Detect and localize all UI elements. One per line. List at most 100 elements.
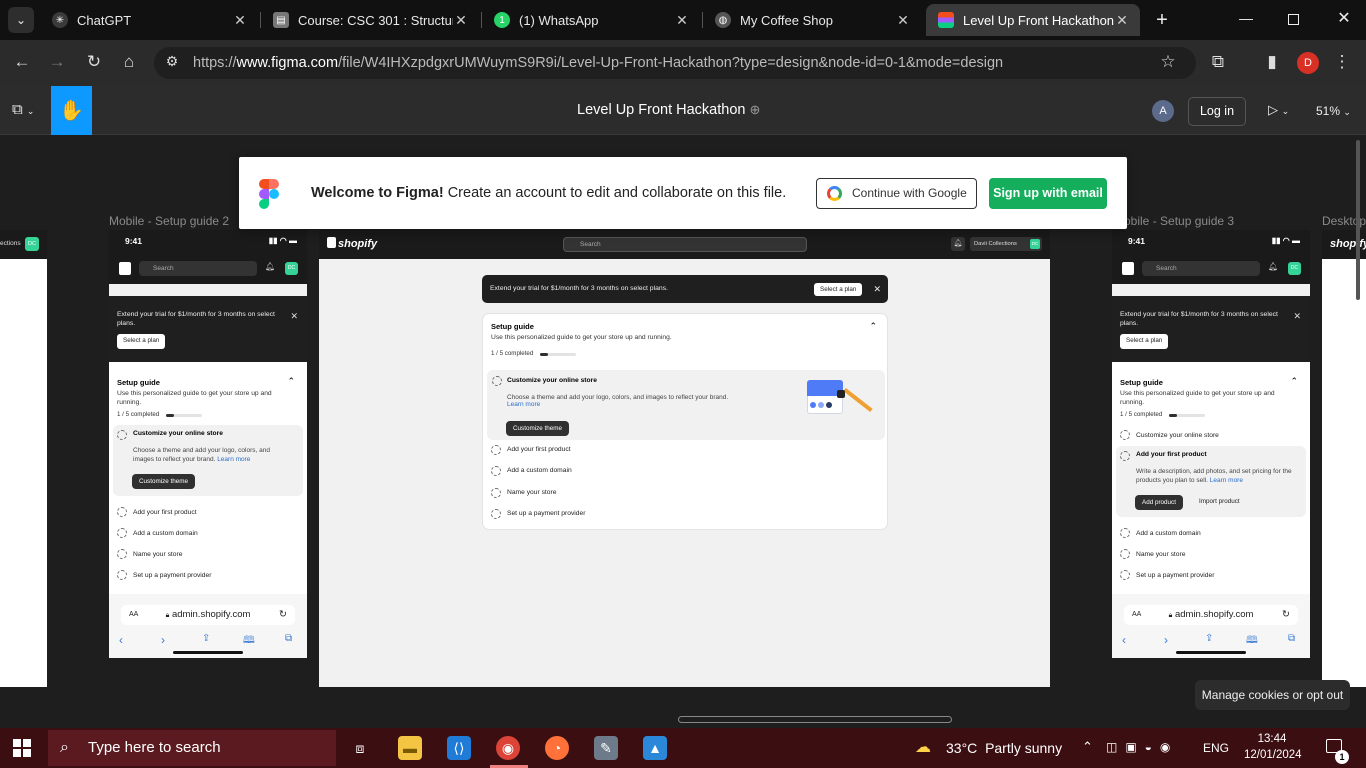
task-item[interactable]: Customize your online store — [1112, 425, 1310, 446]
mobile-frame-setup-guide-3[interactable]: 9:41 ▮▮ ◠ ▬ Search 🔔︎ DC Extend your tri… — [1112, 230, 1310, 658]
close-tab-icon[interactable]: ✕ — [232, 12, 248, 29]
task-item[interactable]: Set up a payment provider — [1112, 565, 1310, 586]
restore-icon[interactable] — [1288, 14, 1299, 25]
extensions-icon[interactable]: ⧉ — [1206, 52, 1230, 72]
sign-up-email-button[interactable]: Sign up with email — [989, 178, 1107, 209]
zoom-dropdown[interactable]: 51% ⌄ — [1316, 104, 1351, 118]
task-item[interactable]: Add a custom domain — [491, 465, 572, 481]
task-checkbox[interactable] — [117, 528, 127, 539]
back-icon[interactable]: ‹ — [119, 633, 123, 647]
close-tab-icon[interactable]: ✕ — [453, 12, 469, 29]
windows-start-icon[interactable] — [13, 739, 31, 757]
forward-icon[interactable]: → — [45, 52, 69, 72]
tray-chevron-icon[interactable]: ⌃ — [1082, 739, 1093, 755]
hand-tool-button[interactable]: ✋ — [51, 86, 92, 135]
task-checkbox[interactable] — [1120, 451, 1130, 462]
chrome-icon[interactable]: ◉ — [496, 736, 520, 760]
close-window-icon[interactable]: ✕ — [1334, 8, 1354, 28]
back-icon[interactable]: ← — [10, 52, 34, 72]
back-icon[interactable]: ‹ — [1122, 633, 1126, 647]
reload-icon[interactable]: ↻ — [279, 605, 287, 625]
menu-kebab-icon[interactable]: ⋮ — [1330, 52, 1354, 72]
task-item[interactable]: Add your first product — [491, 444, 571, 460]
new-tab-icon[interactable]: + — [1150, 8, 1174, 32]
minimize-icon[interactable]: — — [1236, 10, 1256, 26]
task-item[interactable]: Name your store — [491, 487, 556, 503]
search-field[interactable]: Search — [1142, 261, 1260, 276]
tabs-icon[interactable]: ⧉ — [1288, 633, 1295, 644]
photos-icon[interactable]: ▲ — [643, 736, 667, 760]
share-icon[interactable]: ⇪ — [1205, 633, 1213, 644]
chevron-up-icon[interactable]: ⌃ — [869, 321, 877, 332]
close-icon[interactable]: ✕ — [290, 310, 298, 322]
task-checkbox[interactable] — [1120, 430, 1130, 441]
safari-url-field[interactable]: AA 🔒︎ admin.shopify.com ↻ — [121, 605, 295, 625]
close-tab-icon[interactable]: ✕ — [674, 12, 690, 29]
text-size-button[interactable]: AA — [129, 605, 138, 625]
close-tab-icon[interactable]: ✕ — [1114, 12, 1130, 29]
task-checkbox[interactable] — [117, 570, 127, 581]
task-checkbox[interactable] — [491, 509, 501, 519]
task-checkbox[interactable] — [491, 466, 501, 476]
task-item[interactable]: Set up a payment provider — [491, 508, 585, 524]
vscode-icon[interactable]: ⟨⟩ — [447, 736, 471, 760]
task-item[interactable]: Add your first product — [109, 502, 307, 523]
task-checkbox[interactable] — [117, 549, 127, 560]
task-item[interactable]: Name your store — [109, 544, 307, 565]
tab-figma-active[interactable]: Level Up Front Hackathon – ✕ — [926, 4, 1140, 36]
desktop-frame-setup-guide[interactable]: shopify Search 🔔︎ Davii Collections DC E… — [319, 230, 1050, 687]
bookmarks-icon[interactable]: 🕮︎ — [243, 633, 255, 650]
continue-with-google-button[interactable]: Continue with Google — [816, 178, 977, 209]
chevron-up-icon[interactable]: ⌃ — [1290, 376, 1298, 387]
task-view-icon[interactable]: ⧈ — [348, 736, 372, 760]
manage-cookies-button[interactable]: Manage cookies or opt out — [1195, 680, 1350, 710]
firefox-icon[interactable]: ◔ — [545, 736, 569, 760]
paint-icon[interactable]: ✎ — [594, 736, 618, 760]
search-field[interactable]: Search — [563, 237, 807, 252]
task-expanded[interactable]: Add your first product Write a descripti… — [1116, 446, 1306, 518]
task-item[interactable]: Name your store — [1112, 544, 1310, 565]
forward-icon[interactable]: › — [1164, 633, 1168, 647]
sidebar-icon[interactable]: ▮ — [1260, 52, 1284, 72]
clock[interactable]: 13:44 12/01/2024 — [1244, 731, 1302, 763]
task-checkbox[interactable] — [117, 507, 127, 518]
close-icon[interactable]: ✕ — [873, 275, 881, 303]
tab-search-button[interactable]: ⌄ — [8, 7, 34, 33]
weather-widget[interactable]: 33°C Partly sunny — [946, 740, 1062, 756]
login-button[interactable]: Log in — [1188, 97, 1246, 126]
url-text[interactable]: https://www.figma.com/file/W4IHXzpdgxrUM… — [193, 55, 1003, 71]
learn-more-link[interactable]: Learn more — [507, 401, 540, 408]
profile-avatar[interactable]: D — [1297, 52, 1319, 74]
task-expanded[interactable]: Customize your online store Choose a the… — [113, 425, 303, 497]
site-info-icon[interactable]: ⚙ — [160, 53, 184, 70]
task-checkbox[interactable] — [1120, 549, 1130, 560]
language-indicator[interactable]: ENG — [1203, 741, 1229, 755]
tray-icons[interactable]: ◫▣◒◉ — [1106, 740, 1178, 754]
text-size-button[interactable]: AA — [1132, 605, 1141, 625]
tab-course[interactable]: ▤ Course: CSC 301 : Structured ✕ — [261, 4, 479, 36]
task-item[interactable]: Set up a payment provider — [109, 565, 307, 586]
customize-theme-button[interactable]: Customize theme — [132, 474, 195, 490]
close-tab-icon[interactable]: ✕ — [895, 12, 911, 29]
horizontal-scrollbar[interactable] — [678, 716, 952, 723]
vertical-scrollbar[interactable] — [1356, 140, 1360, 300]
add-product-button[interactable]: Add product — [1135, 495, 1183, 511]
tab-whatsapp[interactable]: 1 (1) WhatsApp ✕ — [482, 4, 700, 36]
task-checkbox[interactable] — [492, 376, 502, 386]
select-plan-button[interactable]: Select a plan — [117, 334, 166, 349]
chevron-up-icon[interactable]: ⌃ — [287, 376, 295, 387]
share-icon[interactable]: ⇪ — [202, 633, 210, 644]
safari-url-field[interactable]: AA 🔒︎ admin.shopify.com ↻ — [1124, 605, 1298, 625]
file-explorer-icon[interactable]: ▬ — [398, 736, 422, 760]
customize-theme-button[interactable]: Customize theme — [506, 421, 569, 436]
search-field[interactable]: Search — [139, 261, 257, 276]
task-checkbox[interactable] — [1120, 570, 1130, 581]
learn-more-link[interactable]: Learn more — [1210, 477, 1243, 484]
task-checkbox[interactable] — [491, 445, 501, 455]
select-plan-button[interactable]: Select a plan — [814, 283, 863, 296]
user-avatar[interactable]: A — [1152, 100, 1174, 122]
tab-chatgpt[interactable]: ✳ ChatGPT ✕ — [40, 4, 258, 36]
bell-icon[interactable]: 🔔︎ — [951, 237, 965, 251]
tab-coffee-shop[interactable]: ◍ My Coffee Shop ✕ — [703, 4, 921, 36]
task-checkbox[interactable] — [117, 430, 127, 441]
